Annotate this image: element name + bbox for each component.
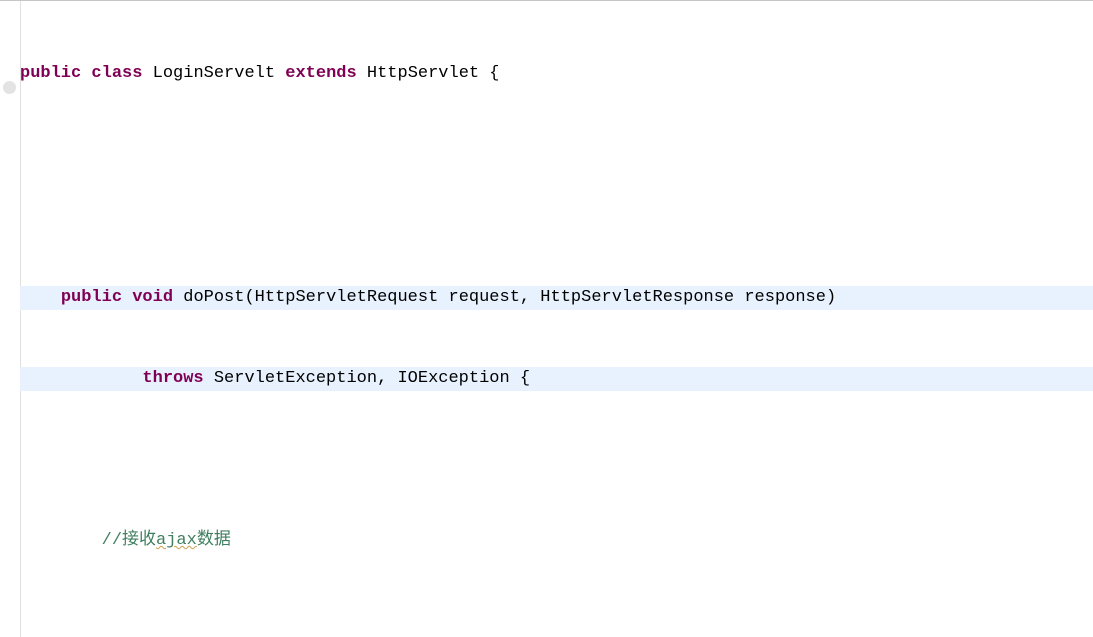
override-marker-icon (3, 81, 16, 94)
spelling-warning: ajax (156, 531, 197, 550)
keyword-void: void (132, 288, 173, 307)
code-line-comment: //接收ajax数据 (20, 529, 1093, 553)
code-editor[interactable]: public class LoginServelt extends HttpSe… (0, 0, 1093, 637)
keyword-extends: extends (285, 64, 356, 83)
keyword-public: public (20, 64, 81, 83)
method-signature: doPost(HttpServletRequest request, HttpS… (173, 288, 836, 307)
code-line: public class LoginServelt extends HttpSe… (20, 62, 1093, 86)
throws-clause: ServletException, IOException { (204, 369, 530, 388)
class-name: LoginServelt (142, 64, 285, 83)
comment-text: //接收 (20, 531, 156, 550)
code-content[interactable]: public class LoginServelt extends HttpSe… (20, 1, 1093, 637)
code-line-blank (20, 448, 1093, 472)
code-line: public void doPost(HttpServletRequest re… (20, 286, 1093, 310)
keyword-public: public (61, 288, 122, 307)
code-line-blank (20, 143, 1093, 167)
code-line-blank (20, 610, 1093, 634)
code-line: throws ServletException, IOException { (20, 367, 1093, 391)
keyword-class: class (91, 64, 142, 83)
superclass: HttpServlet { (357, 64, 500, 83)
keyword-throws: throws (142, 369, 203, 388)
gutter (0, 1, 21, 637)
comment-text: 数据 (197, 531, 231, 550)
code-line-blank (20, 205, 1093, 229)
